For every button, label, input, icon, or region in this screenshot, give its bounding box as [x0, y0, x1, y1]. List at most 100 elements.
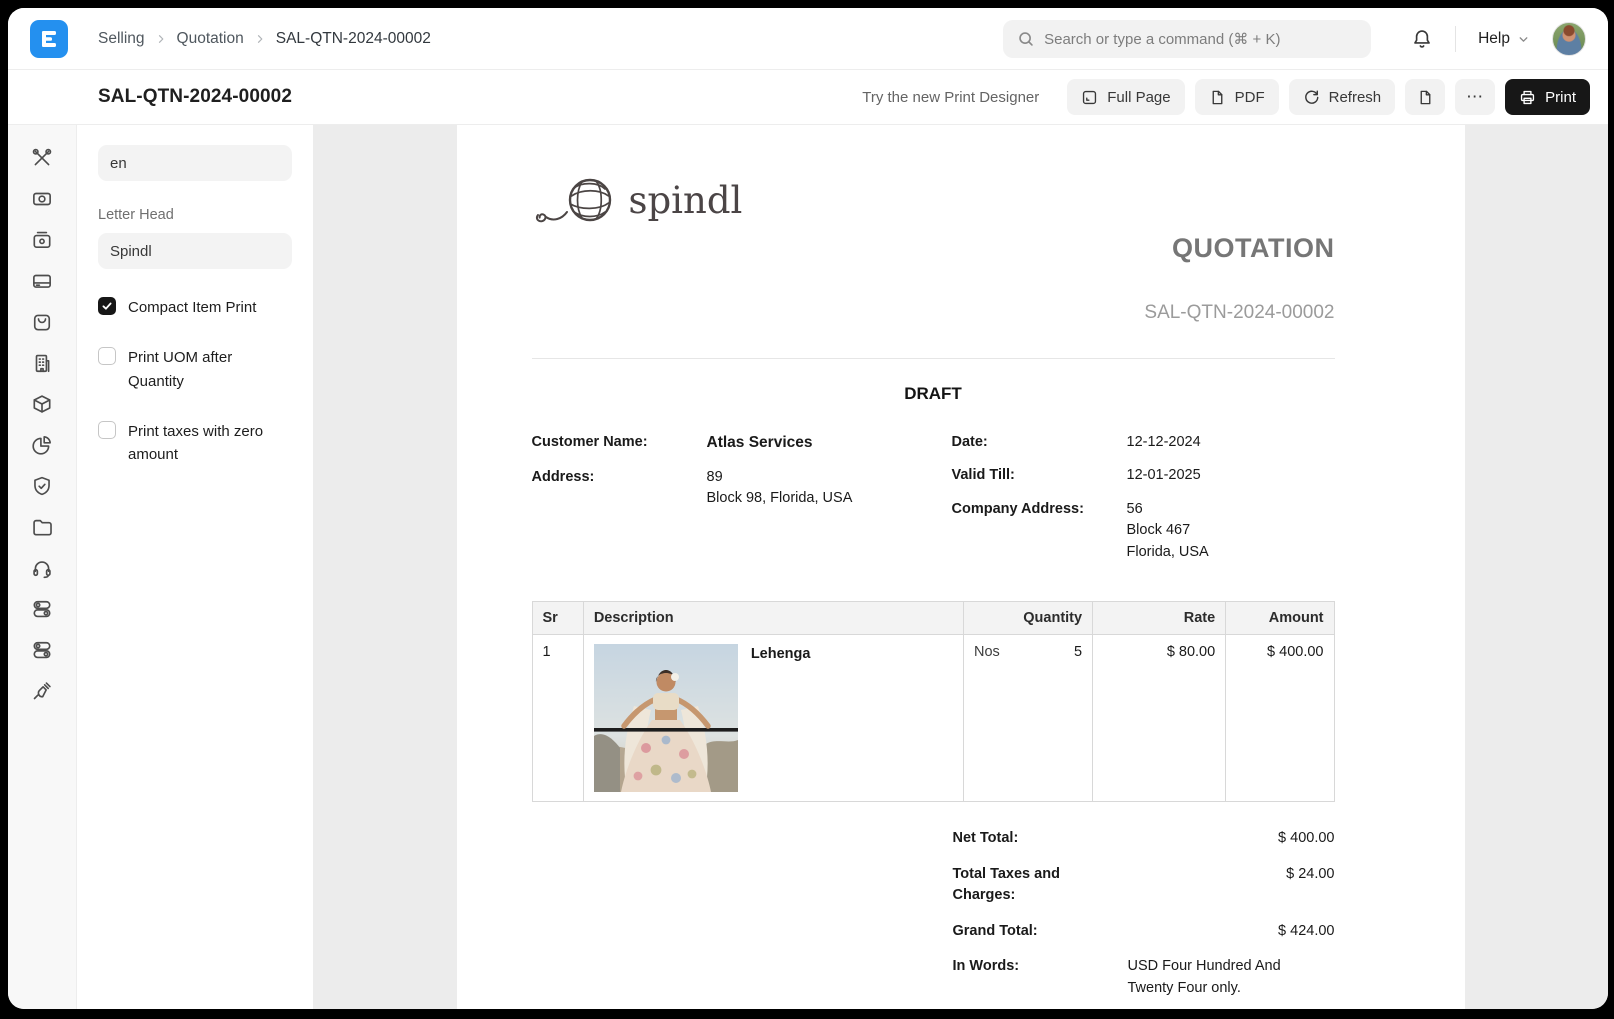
sidebar-icon-headset[interactable]	[31, 557, 53, 579]
page-title: SAL-QTN-2024-00002	[98, 86, 292, 108]
yarn-ball-logo-icon	[532, 173, 622, 227]
erpnext-logo-icon[interactable]	[30, 20, 68, 58]
item-photo	[594, 644, 738, 792]
sidebar-icon-tools[interactable]	[31, 147, 53, 169]
sidebar-icon-folder[interactable]	[31, 516, 53, 538]
status-draft: DRAFT	[532, 384, 1335, 404]
item-name: Lehenga	[751, 646, 811, 662]
sidebar-icon-toggles[interactable]	[31, 598, 53, 620]
more-menu-button[interactable]: ⋯	[1455, 79, 1495, 115]
app-window: Selling Quotation SAL-QTN-2024-00002 Sea…	[8, 8, 1608, 1009]
checkbox-label: Compact Item Print	[128, 296, 256, 319]
cell-quantity: Nos 5	[963, 635, 1092, 802]
customer-name-label: Customer Name:	[532, 432, 707, 455]
sidebar-icon-camera-box[interactable]	[31, 229, 53, 251]
table-header-row: Sr Description Quantity Rate Amount	[532, 602, 1334, 635]
breadcrumb-selling[interactable]: Selling	[98, 30, 145, 48]
taxes-label: Total Taxes and Charges:	[953, 864, 1128, 907]
pdf-label: PDF	[1235, 89, 1265, 106]
pdf-button[interactable]: PDF	[1195, 79, 1279, 115]
date-value: 12-12-2024	[1127, 432, 1335, 453]
sidebar-icon-credit-card[interactable]	[31, 270, 53, 292]
col-rate: Rate	[1093, 602, 1226, 635]
date-label: Date:	[952, 432, 1127, 453]
items-table: Sr Description Quantity Rate Amount 1	[532, 601, 1335, 802]
checkbox-label: Print taxes with zero amount	[128, 420, 292, 467]
search-input[interactable]: Search or type a command (⌘ + K)	[1003, 20, 1371, 58]
file-icon	[1417, 89, 1434, 106]
document-details: Customer Name: Atlas Services Address: 8…	[532, 432, 1335, 575]
company-address-value: 56 Block 467 Florida, USA	[1127, 499, 1335, 563]
valid-till-label: Valid Till:	[952, 465, 1127, 486]
checkbox-print-uom[interactable]: Print UOM after Quantity	[98, 346, 292, 393]
checkbox-compact-item-print[interactable]: Compact Item Print	[98, 296, 292, 319]
document-title: QUOTATION	[532, 233, 1335, 264]
sidebar-icon-pie-chart[interactable]	[31, 434, 53, 456]
cell-description: Lehenga	[583, 635, 963, 802]
checkbox-print-zero-taxes[interactable]: Print taxes with zero amount	[98, 420, 292, 467]
document-button[interactable]	[1405, 79, 1445, 115]
print-designer-link[interactable]: Try the new Print Designer	[862, 89, 1039, 106]
notifications-bell-icon[interactable]	[1411, 28, 1433, 50]
net-total-label: Net Total:	[953, 828, 1128, 849]
navbar: Selling Quotation SAL-QTN-2024-00002 Sea…	[8, 8, 1608, 70]
cell-rate: $ 80.00	[1093, 635, 1226, 802]
user-avatar[interactable]	[1552, 22, 1586, 56]
sidebar-icon-shield-check[interactable]	[31, 475, 53, 497]
print-preview-area: spindl QUOTATION SAL-QTN-2024-00002 DRAF…	[313, 125, 1608, 1009]
divider	[532, 358, 1335, 359]
ellipsis-icon: ⋯	[1466, 87, 1484, 107]
checkbox-icon	[98, 347, 116, 365]
full-page-button[interactable]: Full Page	[1067, 79, 1184, 115]
address-label: Address:	[532, 467, 707, 510]
help-label: Help	[1478, 30, 1510, 48]
help-menu[interactable]: Help	[1478, 30, 1530, 48]
sidebar-icon-money[interactable]	[31, 188, 53, 210]
page-head: SAL-QTN-2024-00002 Try the new Print Des…	[8, 70, 1608, 125]
full-page-label: Full Page	[1107, 89, 1170, 106]
in-words-label: In Words:	[953, 956, 1128, 999]
refresh-icon	[1303, 89, 1320, 106]
table-row: 1	[532, 635, 1334, 802]
chevron-down-icon	[1517, 33, 1530, 46]
cell-sr: 1	[532, 635, 583, 802]
col-description: Description	[583, 602, 963, 635]
language-input[interactable]	[98, 145, 292, 181]
customer-name-value: Atlas Services	[707, 432, 952, 455]
chevron-right-icon	[254, 33, 266, 45]
search-icon	[1017, 30, 1035, 48]
col-sr: Sr	[532, 602, 583, 635]
address-value: 89 Block 98, Florida, USA	[707, 467, 952, 510]
letter-head-input[interactable]	[98, 233, 292, 269]
print-settings-panel: Letter Head Compact Item Print Print UOM…	[77, 125, 313, 1009]
breadcrumb: Selling Quotation SAL-QTN-2024-00002	[98, 30, 431, 48]
in-words-value: USD Four Hundred And Twenty Four only.	[1128, 956, 1304, 999]
sidebar-icon-plug[interactable]	[31, 680, 53, 702]
print-button[interactable]: Print	[1505, 79, 1590, 115]
sidebar-icon-package[interactable]	[31, 393, 53, 415]
letterhead: spindl	[532, 173, 1335, 227]
cell-amount: $ 400.00	[1226, 635, 1334, 802]
breadcrumb-current[interactable]: SAL-QTN-2024-00002	[276, 30, 431, 48]
quotation-details: Date: 12-12-2024 Valid Till: 12-01-2025 …	[952, 432, 1335, 575]
breadcrumb-quotation[interactable]: Quotation	[177, 30, 244, 48]
sidebar-icon-building[interactable]	[31, 352, 53, 374]
customer-details: Customer Name: Atlas Services Address: 8…	[532, 432, 952, 575]
sidebar-icon-toggles-alt[interactable]	[31, 639, 53, 661]
search-placeholder: Search or type a command (⌘ + K)	[1044, 30, 1280, 48]
col-amount: Amount	[1226, 602, 1334, 635]
item-uom: Nos	[974, 644, 1000, 660]
col-quantity: Quantity	[963, 602, 1092, 635]
sidebar-icon-shopping-bag[interactable]	[31, 311, 53, 333]
refresh-label: Refresh	[1329, 89, 1382, 106]
printer-icon	[1519, 89, 1536, 106]
divider	[1455, 26, 1456, 52]
brand-name: spindl	[629, 179, 743, 222]
checkbox-label: Print UOM after Quantity	[128, 346, 292, 393]
print-label: Print	[1545, 89, 1576, 106]
grand-total-label: Grand Total:	[953, 921, 1128, 942]
checkbox-icon	[98, 297, 116, 315]
chevron-right-icon	[155, 33, 167, 45]
refresh-button[interactable]: Refresh	[1289, 79, 1396, 115]
document-number: SAL-QTN-2024-00002	[532, 302, 1335, 324]
